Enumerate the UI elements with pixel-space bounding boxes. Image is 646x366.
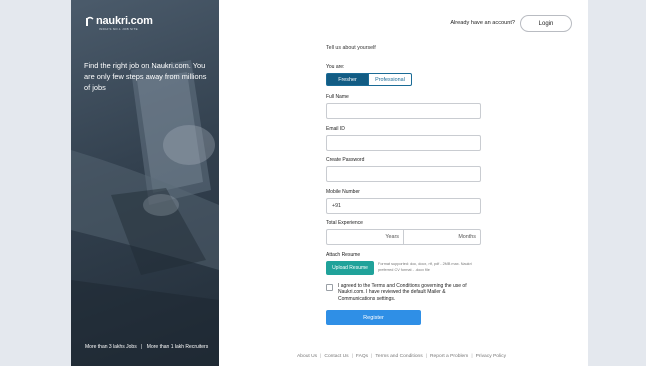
- stat-recruiters: More than 1 lakh Recruiters: [146, 344, 209, 350]
- agree-checkbox[interactable]: [326, 284, 333, 291]
- logo-text: naukri.com: [96, 15, 153, 27]
- professional-option[interactable]: Professional: [369, 73, 412, 86]
- months-field[interactable]: Months: [404, 230, 480, 244]
- email-field[interactable]: [326, 135, 481, 151]
- email-label: Email ID: [326, 126, 345, 132]
- country-code-prefix: +91: [332, 203, 341, 209]
- footer-link-faqs[interactable]: FAQs: [356, 354, 368, 359]
- years-field[interactable]: Years: [327, 230, 404, 244]
- footer-link-privacy[interactable]: Privacy Policy: [476, 354, 506, 359]
- footer-link-terms[interactable]: Terms and Conditions: [375, 354, 422, 359]
- months-placeholder: Months: [458, 234, 476, 240]
- experience-input-group: Years Months: [326, 229, 481, 245]
- resume-format-note: Format supported: doc, docx, rtf, pdf - …: [378, 262, 472, 272]
- mobile-label: Mobile Number: [326, 189, 360, 195]
- register-button[interactable]: Register: [326, 310, 421, 325]
- footer-separator: |: [320, 354, 322, 359]
- form-intro: Tell us about yourself: [326, 45, 376, 51]
- stats-bar: More than 3 lakhs Jobs | More than 1 lak…: [85, 344, 208, 350]
- footer-separator: |: [371, 354, 373, 359]
- agree-terms-text: I agreed to the Terms and Conditions gov…: [338, 283, 467, 302]
- left-panel: naukri.com INDIA'S NO.1 JOB SITE Find th…: [71, 0, 219, 366]
- footer-separator: |: [425, 354, 427, 359]
- password-label: Create Password: [326, 157, 365, 163]
- resume-label: Attach Resume: [326, 252, 361, 258]
- account-prompt: Already have an account?: [450, 20, 515, 26]
- password-field[interactable]: [326, 166, 481, 182]
- user-type-toggle: Fresher Professional: [326, 73, 412, 86]
- experience-label: Total Experience: [326, 220, 363, 226]
- login-button[interactable]: Login: [520, 15, 572, 32]
- footer-separator: |: [471, 354, 473, 359]
- footer-link-report[interactable]: Report a Problem: [430, 354, 468, 359]
- logo-tagline: INDIA'S NO.1 JOB SITE: [99, 27, 138, 31]
- full-name-field[interactable]: [326, 103, 481, 119]
- stat-separator: |: [141, 344, 143, 350]
- naukri-logo-icon: [86, 16, 94, 26]
- upload-resume-button[interactable]: Upload Resume: [326, 261, 374, 275]
- footer-links: About Us | Contact Us | FAQs | Terms and…: [297, 354, 506, 359]
- laptop-hands-image: [71, 60, 219, 366]
- stat-jobs: More than 3 lakhs Jobs: [85, 344, 137, 350]
- footer-separator: |: [351, 354, 353, 359]
- hero-headline: Find the right job on Naukri.com. You ar…: [84, 61, 207, 92]
- you-are-label: You are:: [326, 64, 345, 70]
- years-placeholder: Years: [385, 234, 399, 240]
- fresher-option[interactable]: Fresher: [326, 73, 369, 86]
- mobile-field[interactable]: +91: [326, 198, 481, 214]
- naukri-logo[interactable]: naukri.com INDIA'S NO.1 JOB SITE: [85, 15, 153, 31]
- footer-link-contact[interactable]: Contact Us: [324, 354, 348, 359]
- footer-link-about[interactable]: About Us: [297, 354, 317, 359]
- registration-page: naukri.com INDIA'S NO.1 JOB SITE Find th…: [71, 0, 588, 366]
- full-name-label: Full Name: [326, 94, 349, 100]
